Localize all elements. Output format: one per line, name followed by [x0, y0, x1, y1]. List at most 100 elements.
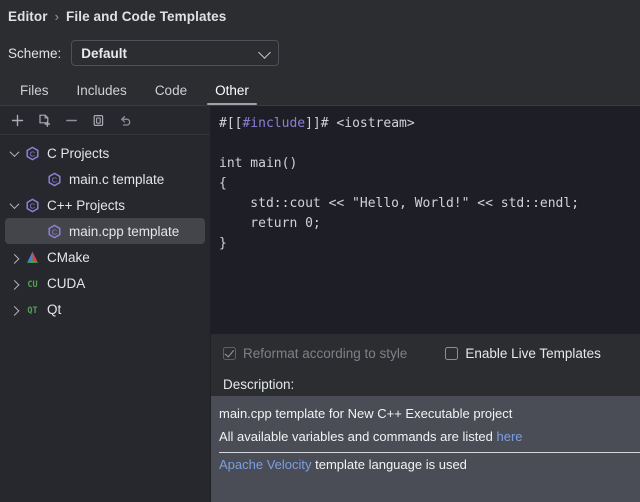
svg-text:CU: CU — [27, 280, 37, 290]
tree-item-icon: C — [23, 146, 42, 161]
copy-template-button[interactable] — [85, 108, 112, 132]
tab-includes[interactable]: Includes — [63, 83, 141, 105]
description-line-3-text: template language is used — [312, 457, 467, 472]
code-line: return 0; — [219, 214, 640, 234]
tab-other[interactable]: Other — [201, 83, 263, 105]
remove-template-button[interactable] — [58, 108, 85, 132]
arrow-glyph — [9, 279, 19, 289]
cuda-icon: CU — [25, 276, 40, 291]
checkbox-box — [223, 347, 236, 360]
svg-text:QT: QT — [27, 306, 37, 316]
plus-icon — [10, 113, 25, 128]
apache-velocity-link[interactable]: Apache Velocity — [219, 457, 312, 472]
template-editor-panel: #[[#include]]# <iostream> int main() { st… — [211, 106, 640, 502]
check-tick-icon — [225, 347, 234, 357]
tree-item-qt[interactable]: QT Qt — [5, 296, 205, 322]
code-token-macro: #include — [242, 116, 305, 131]
variables-help-link[interactable]: here — [496, 429, 522, 444]
template-code-editor[interactable]: #[[#include]]# <iostream> int main() { st… — [211, 106, 640, 334]
template-category-tabs: FilesIncludesCodeOther — [0, 73, 640, 106]
tree-item-label: CUDA — [47, 276, 85, 291]
tree-item-main-c-template[interactable]: Cmain.c template — [5, 166, 205, 192]
code-token: std::cout << "Hello, World!" << std::end… — [219, 196, 579, 211]
scheme-row: Scheme: Default — [0, 33, 640, 73]
tree-item-label: Qt — [47, 302, 61, 317]
chevron-right-icon[interactable] — [5, 306, 23, 313]
tree-item-icon — [23, 250, 42, 265]
reformat-label: Reformat according to style — [243, 346, 407, 361]
tree-item-label: CMake — [47, 250, 90, 265]
breadcrumb-root[interactable]: Editor — [8, 9, 48, 24]
tree-item-cmake[interactable]: CMake — [5, 244, 205, 270]
tree-item-label: C++ Projects — [47, 198, 125, 213]
arrow-glyph — [9, 253, 19, 263]
cmake-icon — [25, 250, 40, 265]
breadcrumb: Editor › File and Code Templates — [0, 0, 640, 33]
undo-icon — [118, 113, 133, 128]
enable-live-templates-checkbox[interactable]: Enable Live Templates — [445, 346, 601, 361]
tree-item-icon: C — [23, 198, 42, 213]
scheme-select[interactable]: Default — [71, 40, 279, 66]
templates-tree-panel: CC ProjectsCmain.c templateCC++ Projects… — [0, 106, 211, 502]
code-line: int main() — [219, 154, 640, 174]
chevron-down-icon — [258, 46, 271, 59]
description-line-2-text: All available variables and commands are… — [219, 429, 496, 444]
chevron-down-icon[interactable] — [5, 150, 23, 157]
content-split: CC ProjectsCmain.c templateCC++ Projects… — [0, 106, 640, 502]
tree-item-cuda[interactable]: CU CUDA — [5, 270, 205, 296]
scheme-selected-value: Default — [81, 46, 127, 61]
code-line: #[[#include]]# <iostream> — [219, 114, 640, 134]
add-template-button[interactable] — [4, 108, 31, 132]
tree-item-c-projects[interactable]: C C Projects — [5, 140, 205, 166]
code-token: { — [219, 176, 227, 191]
tab-files[interactable]: Files — [6, 83, 63, 105]
svg-text:C: C — [30, 201, 36, 210]
chevron-right-icon[interactable] — [5, 254, 23, 261]
arrow-glyph — [9, 147, 19, 157]
add-file-icon — [37, 113, 52, 128]
minus-icon — [64, 113, 79, 128]
tree-item-main-cpp-template[interactable]: Cmain.cpp template — [5, 218, 205, 244]
code-line — [219, 134, 640, 154]
reset-template-button[interactable] — [112, 108, 139, 132]
tree-item-label: main.c template — [69, 172, 164, 187]
svg-text:C: C — [52, 175, 58, 184]
tab-code[interactable]: Code — [141, 83, 201, 105]
code-token: int main() — [219, 156, 297, 171]
tree-item-label: C Projects — [47, 146, 109, 161]
c-hex-icon: C — [25, 198, 40, 213]
c-hex-icon: C — [47, 172, 62, 187]
description-line-3: Apache Velocity template language is use… — [219, 453, 640, 476]
svg-text:C: C — [52, 227, 58, 236]
checkbox-box — [445, 347, 458, 360]
chevron-down-icon[interactable] — [5, 202, 23, 209]
live-templates-label: Enable Live Templates — [465, 346, 601, 361]
chevron-right-icon[interactable] — [5, 280, 23, 287]
scheme-label: Scheme: — [8, 46, 61, 61]
code-line: } — [219, 234, 640, 254]
c-hex-icon: C — [25, 146, 40, 161]
code-line: std::cout << "Hello, World!" << std::end… — [219, 194, 640, 214]
description-title: Description: — [211, 372, 640, 396]
code-token: return 0; — [219, 216, 321, 231]
arrow-glyph — [9, 199, 19, 209]
tree-item-icon: C — [45, 224, 64, 239]
c-hex-icon: C — [47, 224, 62, 239]
qt-icon: QT — [25, 302, 40, 317]
template-options-row: Reformat according to style Enable Live … — [211, 334, 640, 372]
reformat-according-to-style-checkbox: Reformat according to style — [223, 346, 407, 361]
settings-dialog-file-and-code-templates: Editor › File and Code Templates Scheme:… — [0, 0, 640, 502]
code-token: #[[ — [219, 116, 242, 131]
copy-icon — [91, 113, 106, 128]
tree-item-icon: CU — [23, 276, 42, 291]
arrow-glyph — [9, 305, 19, 315]
tree-toolbar — [0, 106, 210, 135]
create-template-from-file-button[interactable] — [31, 108, 58, 132]
breadcrumb-current: File and Code Templates — [66, 9, 226, 24]
tree-item-label: main.cpp template — [69, 224, 179, 239]
tree-item-c-projects[interactable]: C C++ Projects — [5, 192, 205, 218]
tree-item-icon: C — [45, 172, 64, 187]
code-token: } — [219, 236, 227, 251]
description-box: main.cpp template for New C++ Executable… — [211, 396, 640, 502]
templates-tree[interactable]: CC ProjectsCmain.c templateCC++ Projects… — [0, 135, 210, 502]
